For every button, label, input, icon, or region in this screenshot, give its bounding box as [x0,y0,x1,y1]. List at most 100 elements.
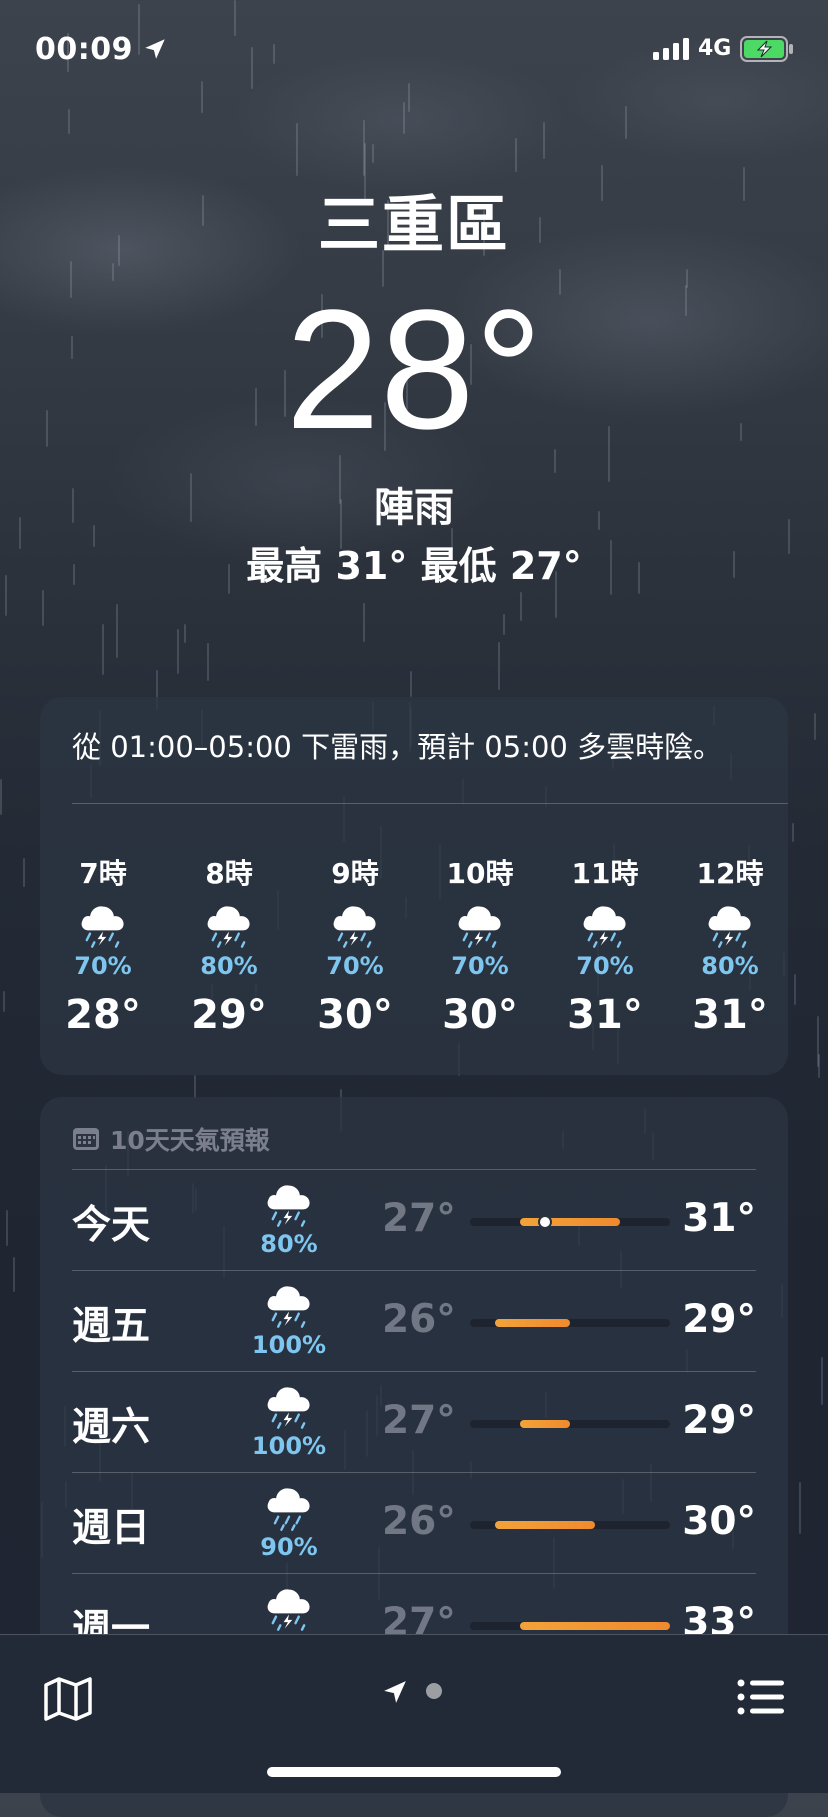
high-temperature: 29° [682,1297,756,1342]
raindrop [68,109,70,134]
battery-charging-icon [740,36,793,62]
status-bar: 00:09 4G [0,30,828,70]
map-icon[interactable] [42,1675,94,1723]
raindrop [3,991,5,1012]
hour-temperature: 30° [442,992,518,1038]
raindrop [403,102,405,134]
cloud-bolt-rain-icon [675,901,785,953]
high-low-temperature: 最高 31° 最低 27° [246,544,582,588]
raindrop [372,144,374,163]
raindrop [194,1075,196,1099]
temperature-range-fill [520,1420,570,1428]
hour-label: 9時 [331,857,379,890]
precip-chance: 70% [326,952,384,980]
day-row[interactable]: 週五 100% 26° 29° [72,1270,756,1371]
hour-label: 7時 [79,857,127,890]
status-time: 00:09 [35,32,133,67]
raindrop [625,106,627,139]
cloud-bolt-rain-icon [244,1584,334,1634]
hour-temperature: 31° [567,992,643,1038]
temperature-range-fill [520,1218,620,1226]
day-row[interactable]: 今天 80% 27° 31° [72,1169,756,1270]
temperature-range-bar [470,1319,670,1327]
hour-item: 11時 70% 31° [550,857,660,1037]
raindrop [821,1357,823,1405]
raindrop [520,592,522,621]
day-name: 週六 [72,1405,151,1450]
home-indicator[interactable] [267,1767,561,1777]
cloud-bolt-rain-icon [550,901,660,953]
raindrop [6,1210,8,1246]
page-indicator-dot[interactable] [426,1683,442,1699]
hour-temperature: 31° [692,992,768,1038]
cloud-bolt-rain-icon: 100% [244,1281,334,1359]
hour-item: 8時 80% 29° [174,857,284,1037]
hour-temperature: 29° [191,992,267,1038]
ten-day-title: 10天天氣預報 [110,1126,270,1155]
precip-chance: 70% [74,952,132,980]
hour-item: 9時 70% 30° [300,857,410,1037]
current-temp-dot [538,1215,552,1229]
precip-chance: 90% [260,1533,318,1561]
current-location-page-icon[interactable] [382,1679,408,1705]
hour-label: 10時 [446,857,514,890]
cloud-bolt-rain-icon [425,901,535,953]
raindrop [23,858,25,887]
raindrop [503,614,505,635]
hourly-forecast-card[interactable]: 從 01:00–05:00 下雷雨，預計 05:00 多雲時陰。 7時 70% 28… [40,697,788,1075]
hour-label: 11時 [571,857,639,890]
cloud-bolt-rain-icon: 100% [244,1382,334,1460]
day-row[interactable]: 週六 100% 27° 29° [72,1371,756,1472]
temperature-range-bar [470,1622,670,1630]
precip-chance: 70% [451,952,509,980]
high-temperature: 30° [682,1499,756,1544]
temperature-range-bar [470,1521,670,1529]
current-condition: 陣雨 [374,485,454,531]
raindrop [42,590,44,626]
raindrop [207,643,209,681]
cloud-bolt-rain-icon: 80% [244,1180,334,1258]
temperature-range-fill [495,1319,570,1327]
raindrop [410,671,412,697]
city-list-icon[interactable] [736,1677,786,1717]
hour-item: 10時 70% 30° [425,857,535,1037]
hour-temperature: 28° [65,992,141,1038]
cloud-bolt-rain-icon [48,901,158,953]
raindrop [792,823,794,842]
raindrop [543,122,545,159]
raindrop [296,123,298,176]
precip-chance: 100% [251,1331,327,1359]
location-arrow-icon [145,39,165,59]
network-type: 4G [698,36,732,61]
raindrop [177,629,179,674]
raindrop [817,1016,819,1067]
cloud-bolt-rain-icon [174,901,284,953]
divider [72,803,788,804]
raindrop [794,974,796,1005]
raindrop [408,83,410,112]
ten-day-header: 10天天氣預報 [72,1121,270,1157]
hour-label: 8時 [205,857,253,890]
day-name: 今天 [72,1203,151,1248]
hour-item: 12時 80% 31° [675,857,785,1037]
cellular-signal-icon [653,38,689,60]
precip-chance: 100% [251,1432,327,1460]
precip-chance: 70% [576,952,634,980]
raindrop [0,779,2,815]
temperature-range-bar [470,1215,670,1229]
low-temperature: 27° [382,1196,456,1241]
current-temperature: 28° [285,275,543,465]
day-name: 週五 [72,1304,151,1349]
raindrop [201,81,203,113]
raindrop [799,1482,801,1534]
raindrop [116,604,118,658]
low-temperature: 26° [382,1297,456,1342]
low-temperature: 27° [382,1398,456,1443]
hour-label: 12時 [696,857,764,890]
current-weather: 三重區 28° 陣雨 最高 31° 最低 27° [0,190,828,589]
temperature-range-fill [520,1622,670,1630]
raindrop [363,120,365,176]
high-temperature: 31° [682,1196,756,1241]
cloud-rain-icon: 90% [244,1483,334,1561]
day-row[interactable]: 週日 90% 26° 30° [72,1472,756,1573]
